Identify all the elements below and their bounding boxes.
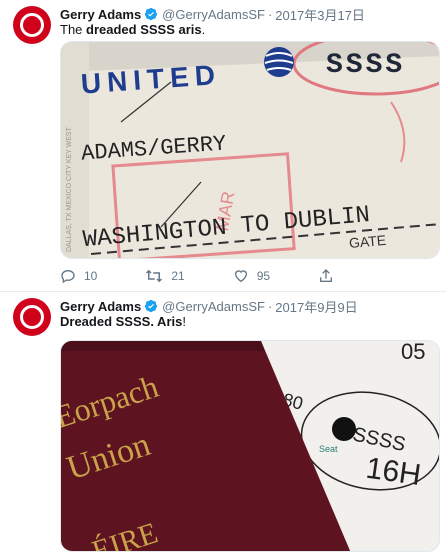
like-count: 95 — [256, 269, 271, 283]
heart-icon — [234, 270, 247, 283]
top-fragment: 05 — [401, 341, 425, 364]
passport-photo[interactable]: SSSS Seat 16H 05 80 Eorpach Union ÉIRE — [60, 340, 440, 552]
retweet-icon — [146, 269, 163, 283]
tweet-text-end: . — [201, 22, 206, 37]
tweet-text: The dreaded SSSS aris. — [60, 22, 205, 37]
reply-count: 10 — [84, 269, 98, 283]
tweet-actions: 10 21 95 — [60, 268, 342, 284]
seat-label: Seat — [319, 444, 338, 454]
reply-icon — [61, 269, 75, 284]
tweet-header: Gerry Adams @GerryAdamsSF · 2017年3月17日 — [60, 5, 440, 24]
separator-dot: · — [267, 6, 273, 22]
ssss-code: SSSS — [326, 50, 405, 81]
author-name[interactable]: Gerry Adams — [60, 7, 141, 22]
like-button[interactable]: 95 — [233, 268, 270, 284]
author-handle[interactable]: @GerryAdamsSF — [162, 7, 265, 22]
tweet-text-end: ! — [182, 314, 186, 329]
tweet-date[interactable]: 2017年3月17日 — [275, 5, 365, 24]
tweet-text-plain: The — [60, 22, 87, 37]
boarding-pass-photo[interactable]: DALLAS, TX MEXICO CITY KEY WEST MAR SSSS… — [60, 41, 440, 259]
tweet-date[interactable]: 2017年9月9日 — [275, 297, 357, 316]
avatar[interactable] — [13, 6, 51, 44]
author-name[interactable]: Gerry Adams — [60, 299, 141, 314]
author-handle[interactable]: @GerryAdamsSF — [162, 299, 265, 314]
tweet-header: Gerry Adams @GerryAdamsSF · 2017年9月9日 — [60, 297, 440, 316]
avatar[interactable] — [13, 298, 51, 336]
tweet-2[interactable]: Gerry Adams @GerryAdamsSF · 2017年9月9日 Dr… — [0, 292, 446, 553]
retweet-count: 21 — [171, 269, 185, 283]
verified-badge-icon — [145, 299, 158, 313]
tweet-text-bold: Dreaded SSSS. Aris — [60, 314, 183, 329]
verified-badge-icon — [145, 7, 158, 21]
tweet-text: Dreaded SSSS. Aris! — [60, 314, 186, 329]
retweet-button[interactable]: 21 — [145, 268, 185, 284]
reply-button[interactable]: 10 — [60, 268, 97, 284]
avatar-ring — [20, 305, 44, 329]
tweet-text-bold: dreaded SSSS aris — [86, 22, 202, 37]
passport-image: SSSS Seat 16H 05 80 Eorpach Union ÉIRE — [61, 341, 439, 551]
gate-label: GATE — [348, 232, 386, 251]
avatar-ring — [20, 13, 44, 37]
share-button[interactable] — [318, 268, 342, 284]
share-icon — [320, 269, 333, 282]
tweet-1[interactable]: Gerry Adams @GerryAdamsSF · 2017年3月17日 T… — [0, 0, 446, 292]
side-text: DALLAS, TX MEXICO CITY KEY WEST — [66, 126, 73, 252]
separator-dot: · — [267, 298, 273, 314]
boarding-pass-image: DALLAS, TX MEXICO CITY KEY WEST MAR SSSS… — [61, 42, 439, 258]
